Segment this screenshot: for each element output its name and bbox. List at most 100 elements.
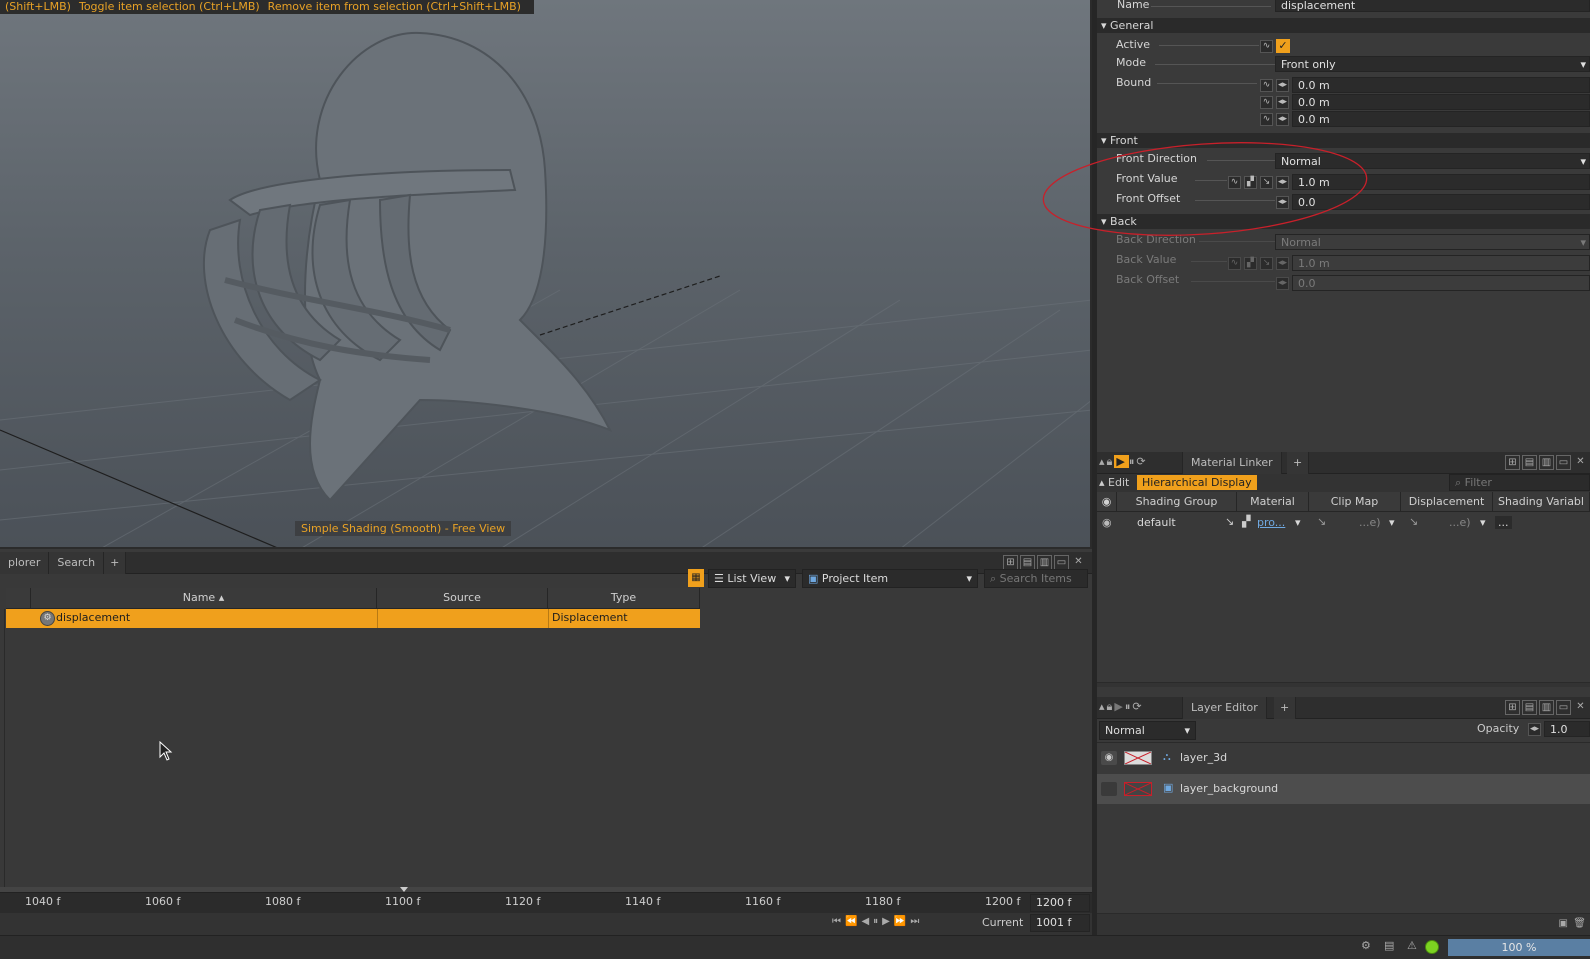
name-field[interactable]: displacement — [1275, 0, 1590, 12]
search-items-input[interactable]: ⌕ Search Items — [984, 569, 1088, 588]
bound-z-field[interactable]: 0.0 m — [1292, 111, 1590, 127]
filter-input[interactable]: ⌕ Filter — [1449, 474, 1590, 491]
close-icon[interactable]: ✕ — [1071, 555, 1086, 570]
jump-start-icon[interactable]: ⏮ — [832, 916, 845, 927]
drag-value-icon[interactable]: ◂▸ — [1276, 96, 1289, 109]
layout-grid-icon[interactable]: ⊞ — [1505, 455, 1520, 470]
step-back-key-icon[interactable]: ⏪ — [845, 916, 861, 927]
mode-label: Mode — [1116, 56, 1146, 69]
layer-row-selected[interactable]: ▣ layer_background — [1097, 774, 1590, 804]
chevron-down-icon[interactable]: ▾ — [1389, 516, 1395, 529]
blend-mode-dropdown[interactable]: Normal ▾ — [1099, 721, 1196, 740]
horizontal-scrollbar[interactable] — [1097, 682, 1590, 687]
maximize-icon[interactable]: ▭ — [1556, 700, 1571, 715]
bound-x-field[interactable]: 0.0 m — [1292, 77, 1590, 93]
column-shading-group[interactable]: Shading Group — [1117, 492, 1237, 512]
step-back-icon[interactable]: ◀ — [861, 916, 873, 927]
play-toggle-icon[interactable]: ▶ — [1114, 455, 1129, 468]
bound-y-field[interactable]: 0.0 m — [1292, 94, 1590, 110]
layout-grid-icon[interactable]: ⊞ — [1003, 555, 1018, 570]
timeline-ruler[interactable]: 1040 f 1060 f 1080 f 1100 f 1120 f 1140 … — [0, 893, 1092, 913]
close-icon[interactable]: ✕ — [1573, 700, 1588, 715]
column-shading-variable[interactable]: Shading Variabl — [1493, 492, 1590, 512]
filter-toggle-icon[interactable]: ▦ — [688, 569, 704, 587]
table-row[interactable]: ◉ default ↘ ▞ pro... ▾ ↘ ...e) ▾ ↘ ...e)… — [1097, 512, 1590, 534]
material-link[interactable]: pro... — [1257, 516, 1285, 529]
chevron-down-icon[interactable]: ▾ — [1295, 516, 1301, 529]
layout-cols-icon[interactable]: ▥ — [1539, 455, 1554, 470]
eye-icon[interactable]: ◉ — [1102, 516, 1112, 529]
close-icon[interactable]: ✕ — [1573, 455, 1588, 470]
project-icon[interactable]: ▤ — [1384, 939, 1394, 952]
edit-menu[interactable]: ▴ Edit — [1099, 476, 1129, 489]
column-material[interactable]: Material — [1237, 492, 1309, 512]
step-forward-key-icon[interactable]: ⏩ — [894, 916, 910, 927]
hierarchical-display-toggle[interactable]: Hierarchical Display — [1137, 475, 1257, 490]
delete-layer-icon[interactable]: 🗑︎ — [1573, 918, 1586, 929]
add-tab-button[interactable]: + — [1287, 452, 1310, 474]
layout-cols-icon[interactable]: ▥ — [1539, 700, 1554, 715]
layout-split-icon[interactable]: ▤ — [1020, 555, 1035, 570]
section-general[interactable]: ▾ General — [1097, 18, 1590, 33]
jump-end-icon[interactable]: ⏭ — [910, 916, 923, 927]
maximize-icon[interactable]: ▭ — [1054, 555, 1069, 570]
layer-row[interactable]: ◉ ⛬ layer_3d — [1097, 743, 1590, 773]
play-icon[interactable]: ▶ — [882, 916, 894, 927]
play-toggle-icon[interactable]: ▶ — [1114, 700, 1124, 713]
refresh-icon[interactable]: ⟳ — [1132, 700, 1143, 713]
chevron-down-icon[interactable]: ▾ — [1480, 516, 1486, 529]
column-clip-map[interactable]: Clip Map — [1309, 492, 1401, 512]
tab-search[interactable]: Search — [49, 552, 105, 574]
refresh-icon[interactable]: ⟳ — [1136, 455, 1147, 468]
drag-value-icon: ◂▸ — [1276, 277, 1289, 290]
playhead-marker[interactable] — [400, 887, 408, 892]
item-type-dropdown[interactable]: ▣ Project Item ▾ — [802, 569, 978, 588]
animate-curve-icon[interactable]: ∿ — [1260, 96, 1273, 109]
layout-split-icon[interactable]: ▤ — [1522, 455, 1537, 470]
tab-layer-editor[interactable]: Layer Editor — [1182, 697, 1267, 719]
current-frame-field[interactable]: 1001 f — [1030, 914, 1090, 932]
add-tab-button[interactable]: + — [1274, 697, 1297, 719]
3d-viewport[interactable]: (Shift+LMB) Toggle item selection (Ctrl+L… — [0, 0, 1092, 549]
warning-icon[interactable]: ⚠ — [1407, 939, 1417, 952]
column-source[interactable]: Source — [377, 588, 548, 609]
animate-curve-icon[interactable]: ∿ — [1260, 79, 1273, 92]
layout-grid-icon[interactable]: ⊞ — [1505, 700, 1520, 715]
end-frame-field[interactable]: 1200 f — [1030, 894, 1090, 912]
table-row[interactable]: ⚙ displacement Displacement — [6, 609, 700, 628]
column-type[interactable]: Type — [548, 588, 700, 609]
link-arrow-icon[interactable]: ↘ — [1409, 515, 1418, 528]
expand-arrow-icon[interactable]: ▴ — [1099, 700, 1107, 713]
collapse-arrow-icon: ▾ — [1101, 19, 1111, 32]
drag-value-icon[interactable]: ◂▸ — [1276, 79, 1289, 92]
tab-explorer[interactable]: plorer — [0, 552, 50, 574]
drag-value-icon[interactable]: ◂▸ — [1528, 723, 1541, 736]
status-ok-icon[interactable] — [1425, 940, 1439, 954]
link-arrow-icon[interactable]: ↘ — [1317, 515, 1326, 528]
link-arrow-icon[interactable]: ↘ — [1225, 515, 1234, 528]
shading-variable-value[interactable]: ... — [1495, 516, 1512, 529]
layout-split-icon[interactable]: ▤ — [1522, 700, 1537, 715]
maximize-icon[interactable]: ▭ — [1556, 455, 1571, 470]
eye-icon[interactable]: ◉ — [1101, 751, 1117, 765]
timeline[interactable]: 1040 f 1060 f 1080 f 1100 f 1120 f 1140 … — [0, 887, 1092, 935]
layout-cols-icon[interactable]: ▥ — [1037, 555, 1052, 570]
new-layer-icon[interactable]: ▣ — [1559, 918, 1568, 929]
animate-curve-icon[interactable]: ∿ — [1260, 40, 1273, 53]
animate-curve-icon[interactable]: ∿ — [1260, 113, 1273, 126]
active-checkbox[interactable]: ✓ — [1276, 39, 1290, 53]
zoom-progress[interactable]: 100 % — [1448, 939, 1590, 956]
list-view-dropdown[interactable]: ☰ List View ▾ — [708, 569, 796, 588]
column-displacement[interactable]: Displacement — [1401, 492, 1493, 512]
expand-arrow-icon[interactable]: ▴ — [1099, 455, 1107, 468]
add-tab-button[interactable]: + — [104, 552, 127, 574]
opacity-field[interactable]: 1.0 — [1544, 721, 1590, 737]
column-name[interactable]: Name ▴ — [31, 588, 377, 609]
mode-dropdown[interactable]: Front only ▾ — [1275, 56, 1590, 72]
drag-value-icon[interactable]: ◂▸ — [1276, 113, 1289, 126]
layer-name: layer_3d — [1180, 751, 1228, 764]
settings-gear-icon[interactable]: ⚙ — [1361, 939, 1371, 952]
visibility-toggle[interactable] — [1101, 782, 1117, 796]
tab-material-linker[interactable]: Material Linker — [1182, 452, 1282, 474]
pause-icon[interactable]: ⏸ — [873, 916, 882, 927]
